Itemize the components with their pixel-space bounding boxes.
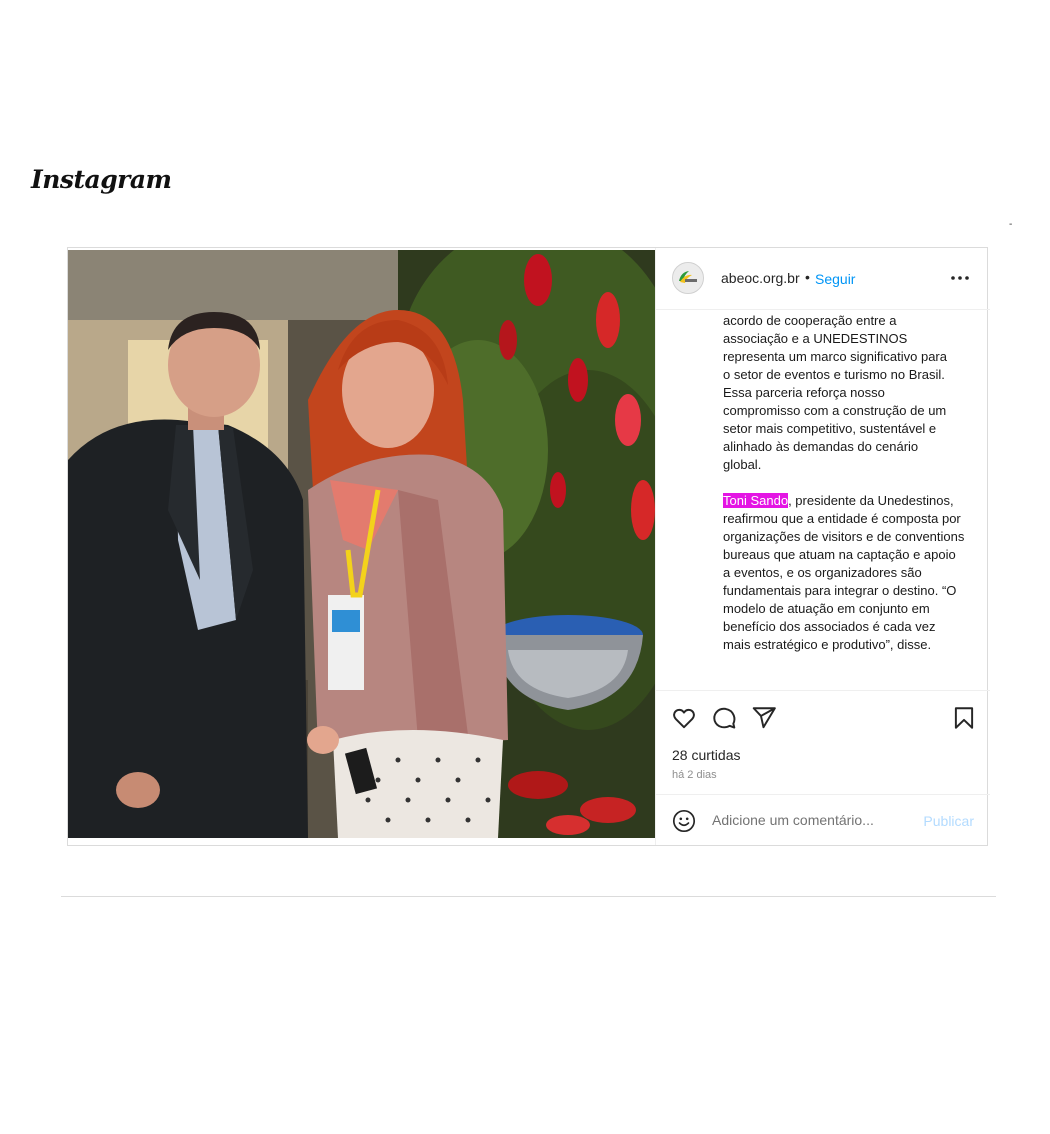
author-avatar[interactable] [672, 262, 704, 294]
post-header: abeoc.org.br • Seguir [656, 248, 990, 310]
caption-paragraph-1: acordo de cooperação entre a associação … [723, 313, 947, 472]
corner-mark: - [1009, 219, 1013, 230]
send-icon[interactable] [751, 705, 777, 731]
header-separator: • [805, 269, 810, 285]
mention-link[interactable]: Toni Sando [723, 493, 789, 508]
comment-input[interactable] [712, 809, 912, 831]
follow-button[interactable]: Seguir [815, 271, 855, 287]
bookmark-icon[interactable] [951, 705, 977, 731]
instagram-logo[interactable]: Instagram [31, 165, 172, 194]
emoji-icon[interactable] [672, 809, 696, 833]
author-username[interactable]: abeoc.org.br [721, 270, 800, 286]
comment-bar: Publicar [656, 794, 990, 846]
comment-icon[interactable] [711, 705, 737, 731]
publish-button[interactable]: Publicar [923, 813, 974, 829]
post-card: abeoc.org.br • Seguir acordo de cooperaç… [67, 247, 990, 846]
avatar-logo-icon [673, 263, 703, 293]
post-timestamp[interactable]: há 2 dias [672, 769, 717, 781]
caption-paragraph-2-text: , presidente da Unedestinos, reafirmou q… [723, 493, 965, 652]
post-photo[interactable] [68, 250, 655, 838]
post-caption: acordo de cooperação entre a associação … [656, 310, 990, 690]
heart-icon[interactable] [671, 705, 697, 731]
likes-count[interactable]: 28 curtidas [672, 747, 740, 763]
page-divider [61, 896, 996, 897]
caption-paragraph-2: Toni Sando, presidente da Unedestinos, r… [723, 492, 965, 654]
more-horizontal-icon[interactable] [948, 268, 972, 288]
post-side-panel: abeoc.org.br • Seguir acordo de cooperaç… [655, 248, 990, 845]
post-actions: 28 curtidas há 2 dias [656, 690, 990, 795]
post-photo-illustration [68, 250, 655, 838]
